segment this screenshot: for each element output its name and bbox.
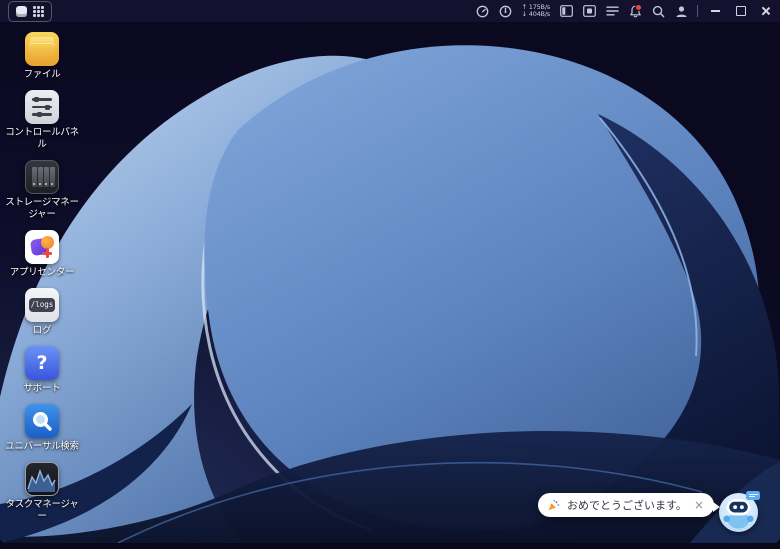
- desktop-icon-column: ファイル コントロールパネル ストレージマネージャー アプリセンター: [0, 32, 84, 523]
- notification-badge: [635, 4, 642, 11]
- app-center-icon: [25, 230, 59, 264]
- storage-manager-icon: [25, 160, 59, 194]
- launcher-pill[interactable]: [8, 1, 52, 22]
- control-panel-icon: [25, 90, 59, 124]
- wallpaper-bloom: [0, 22, 780, 543]
- desktop-logo-icon[interactable]: [16, 6, 27, 17]
- task-manager-icon: [25, 462, 59, 496]
- bell-icon[interactable]: [628, 4, 642, 18]
- toast-message: おめでとうございます。: [567, 497, 687, 513]
- icon-label: ストレージマネージャー: [1, 197, 83, 221]
- icon-label: アプリセンター: [10, 267, 74, 279]
- usage-gauge-icon[interactable]: [499, 4, 513, 18]
- mascot-chat-badge-icon: [746, 491, 760, 500]
- files-icon: [25, 32, 59, 66]
- icon-label: ファイル: [24, 69, 61, 81]
- assistant-robot-avatar[interactable]: [719, 491, 760, 532]
- logs-icon: /logs: [25, 288, 59, 322]
- task-list-icon[interactable]: [605, 4, 619, 18]
- desktop-icon-files[interactable]: ファイル: [24, 32, 61, 81]
- icon-label: コントロールパネル: [1, 127, 83, 151]
- congrats-toast: おめでとうございます。 ×: [538, 493, 714, 517]
- desktop-icon-support[interactable]: ? サポート: [24, 346, 61, 395]
- apps-grid-icon[interactable]: [33, 6, 44, 17]
- party-popper-icon: [547, 499, 560, 512]
- desktop-icon-task-manager[interactable]: タスクマネージャー: [1, 462, 83, 523]
- network-speed[interactable]: ↑ 175B/s ↓ 404B/s: [522, 4, 550, 18]
- desktop-icon-app-center[interactable]: アプリセンター: [10, 230, 74, 279]
- minimize-icon[interactable]: [709, 5, 722, 18]
- desktop-icon-control-panel[interactable]: コントロールパネル: [1, 90, 83, 151]
- desktop-icon-logs[interactable]: /logs ログ: [25, 288, 59, 337]
- icon-label: ログ: [33, 325, 51, 337]
- window-panel-icon[interactable]: [582, 4, 596, 18]
- maximize-icon[interactable]: [734, 5, 747, 18]
- logs-badge: /logs: [29, 298, 55, 312]
- desktop: ファイル コントロールパネル ストレージマネージャー アプリセンター: [0, 22, 780, 543]
- close-icon[interactable]: [759, 5, 772, 18]
- universal-search-icon: [25, 404, 59, 438]
- topbar-right: ↑ 175B/s ↓ 404B/s: [476, 4, 772, 18]
- icon-label: サポート: [24, 383, 61, 395]
- icon-label: タスクマネージャー: [1, 499, 83, 523]
- widgets-icon[interactable]: [559, 4, 573, 18]
- window-bottom-edge: [0, 543, 780, 549]
- user-icon[interactable]: [674, 4, 688, 18]
- desktop-icon-storage-manager[interactable]: ストレージマネージャー: [1, 160, 83, 221]
- desktop-icon-universal-search[interactable]: ユニバーサル検索: [5, 404, 78, 453]
- search-icon[interactable]: [651, 4, 665, 18]
- toast-close-icon[interactable]: ×: [694, 499, 704, 511]
- topbar-divider: [697, 5, 698, 17]
- net-down: ↓ 404B/s: [522, 11, 550, 18]
- support-icon: ?: [25, 346, 59, 380]
- speed-gauge-icon[interactable]: [476, 4, 490, 18]
- icon-label: ユニバーサル検索: [5, 441, 78, 453]
- topbar: ↑ 175B/s ↓ 404B/s: [0, 0, 780, 22]
- window-controls: [709, 5, 772, 18]
